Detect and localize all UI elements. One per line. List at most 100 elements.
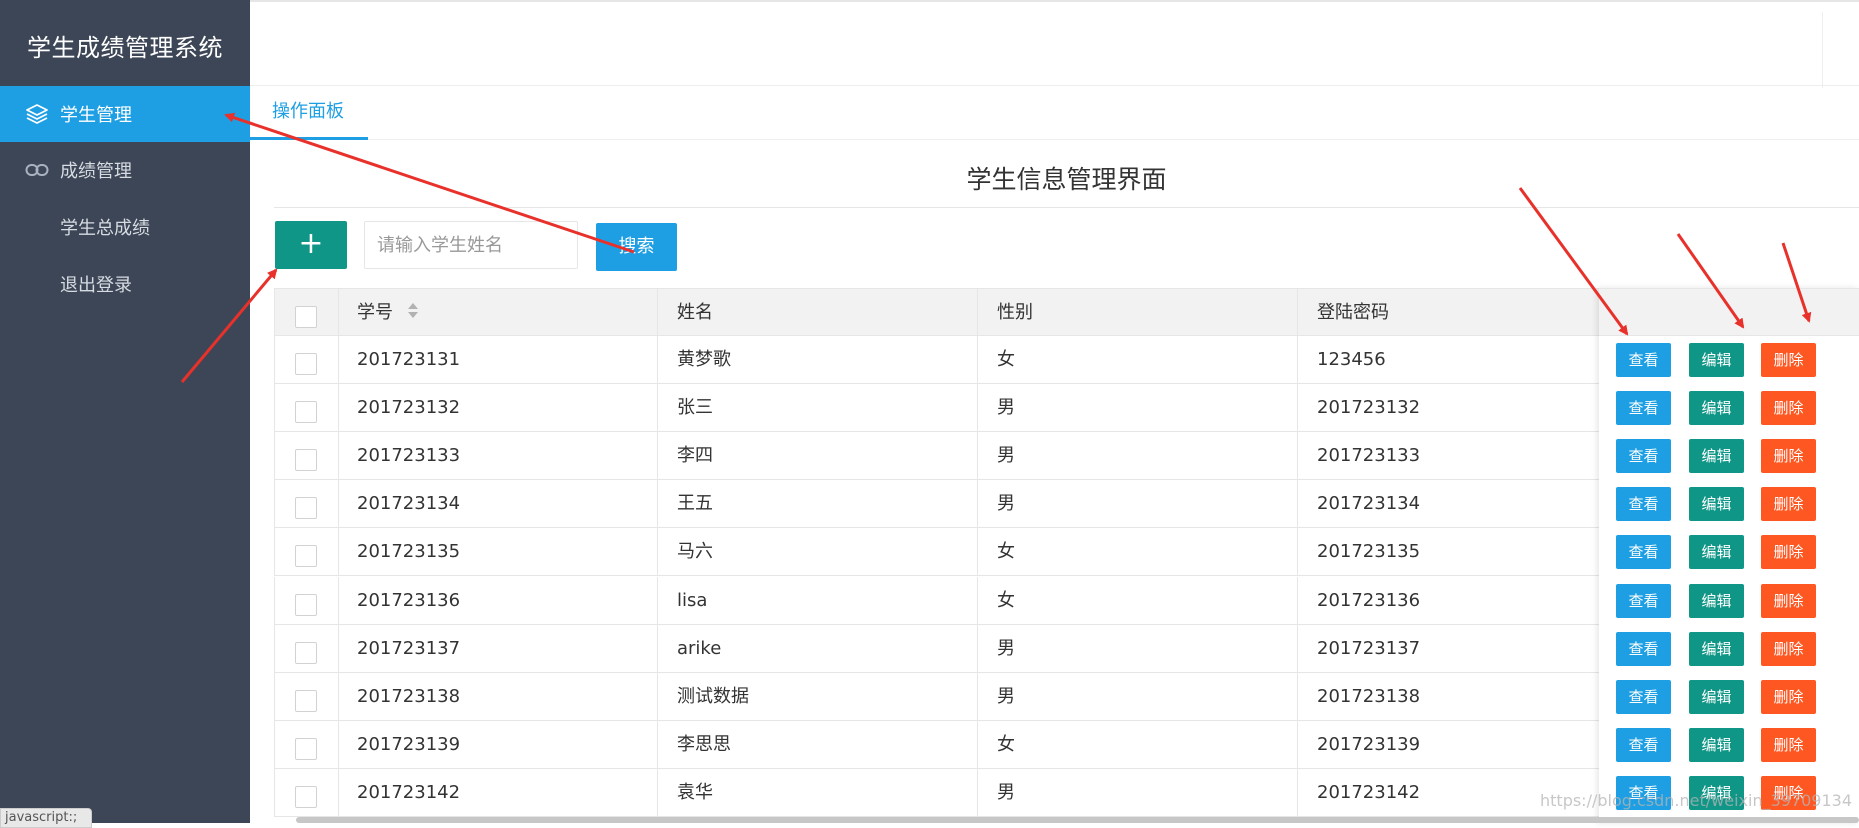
edit-button[interactable]: 编辑 [1689, 631, 1744, 666]
column-divider [338, 672, 339, 721]
cell-password: 201723133 [1317, 445, 1421, 467]
view-button[interactable]: 查看 [1616, 679, 1671, 714]
cell-student-id: 201723135 [357, 541, 461, 563]
column-divider [977, 336, 978, 384]
column-divider [657, 720, 658, 769]
column-divider [977, 289, 978, 337]
column-divider [338, 384, 339, 433]
horizontal-scrollbar[interactable] [296, 817, 1859, 823]
column-divider [657, 336, 658, 384]
delete-button[interactable]: 删除 [1761, 487, 1816, 522]
edit-button[interactable]: 编辑 [1689, 439, 1744, 474]
column-divider [1297, 384, 1298, 433]
view-button[interactable]: 查看 [1616, 439, 1671, 474]
column-header-label: 学号 [357, 302, 393, 323]
cell-student-id: 201723136 [357, 589, 461, 611]
edit-button[interactable]: 编辑 [1689, 535, 1744, 570]
view-button[interactable]: 查看 [1616, 583, 1671, 618]
column-header-password: 登陆密码 [1317, 302, 1389, 323]
row-checkbox[interactable] [295, 785, 317, 808]
edit-button[interactable]: 编辑 [1689, 391, 1744, 426]
sidebar-item-score-management[interactable]: 成绩管理 [0, 142, 250, 198]
cell-password: 201723132 [1317, 397, 1421, 419]
delete-button[interactable]: 删除 [1761, 391, 1816, 426]
sidebar-item-total-score[interactable]: 学生总成绩 [0, 199, 250, 255]
cell-student-id: 201723133 [357, 445, 461, 467]
delete-button[interactable]: 删除 [1761, 727, 1816, 762]
row-checkbox[interactable] [295, 641, 317, 664]
row-checkbox[interactable] [295, 545, 317, 568]
delete-button[interactable]: 删除 [1761, 439, 1816, 474]
cell-gender: 男 [997, 397, 1015, 419]
select-all-checkbox[interactable] [295, 306, 317, 328]
column-divider [1297, 528, 1298, 577]
view-button[interactable]: 查看 [1616, 631, 1671, 666]
edit-button[interactable]: 编辑 [1689, 679, 1744, 714]
view-button[interactable]: 查看 [1616, 391, 1671, 426]
view-button[interactable]: 查看 [1616, 343, 1671, 377]
view-button[interactable]: 查看 [1616, 535, 1671, 570]
column-divider [338, 289, 339, 337]
column-divider [1297, 624, 1298, 673]
sidebar-item-student-management[interactable]: 学生管理 [0, 86, 250, 142]
search-input[interactable] [364, 221, 578, 269]
column-divider [657, 289, 658, 337]
row-checkbox[interactable] [295, 593, 317, 616]
cell-name: 袁华 [677, 781, 713, 803]
column-divider [1297, 289, 1298, 337]
column-divider [338, 720, 339, 769]
cell-name: lisa [677, 589, 708, 611]
actions-column: 查看 编辑 删除 查看 编辑 删除 查看 编辑 删除 查看 编辑 删除 查看 编辑 删除 查看 编辑 删除 查看 编辑… [1599, 288, 1859, 823]
cell-password: 201723136 [1317, 589, 1421, 611]
column-divider [977, 384, 978, 433]
edit-button[interactable]: 编辑 [1689, 487, 1744, 522]
cell-gender: 男 [997, 781, 1015, 803]
delete-button[interactable]: 删除 [1761, 343, 1816, 377]
cell-password: 201723142 [1317, 781, 1421, 803]
edit-button[interactable]: 编辑 [1689, 583, 1744, 618]
cell-gender: 男 [997, 685, 1015, 707]
row-checkbox[interactable] [295, 449, 317, 472]
column-divider [657, 624, 658, 673]
delete-button[interactable]: 删除 [1761, 583, 1816, 618]
view-button[interactable]: 查看 [1616, 487, 1671, 522]
cell-gender: 男 [997, 493, 1015, 515]
cell-student-id: 201723139 [357, 733, 461, 755]
column-divider [1297, 336, 1298, 384]
header-divider [1822, 12, 1823, 88]
column-header-student-id[interactable]: 学号 [357, 289, 419, 337]
column-divider [657, 768, 658, 817]
column-divider [977, 576, 978, 625]
delete-button[interactable]: 删除 [1761, 679, 1816, 714]
add-student-button[interactable]: + [275, 221, 347, 269]
column-header-gender: 性别 [997, 302, 1033, 323]
cell-password: 123456 [1317, 349, 1386, 370]
search-button[interactable]: 搜索 [596, 223, 677, 271]
row-checkbox[interactable] [295, 497, 317, 520]
sort-icon[interactable] [407, 302, 419, 320]
delete-button[interactable]: 删除 [1761, 535, 1816, 570]
actions-column-header [1599, 288, 1859, 336]
view-button[interactable]: 查看 [1616, 727, 1671, 762]
cell-gender: 女 [997, 733, 1015, 755]
delete-button[interactable]: 删除 [1761, 631, 1816, 666]
column-divider [977, 624, 978, 673]
edit-button[interactable]: 编辑 [1689, 727, 1744, 762]
edit-button[interactable]: 编辑 [1689, 343, 1744, 377]
column-divider [657, 672, 658, 721]
column-divider [657, 432, 658, 481]
row-checkbox[interactable] [295, 737, 317, 760]
column-divider [338, 432, 339, 481]
column-divider [338, 576, 339, 625]
sidebar-item-logout[interactable]: 退出登录 [0, 256, 250, 312]
cell-gender: 女 [997, 349, 1015, 370]
row-checkbox[interactable] [295, 401, 317, 424]
cell-password: 201723139 [1317, 733, 1421, 755]
row-checkbox[interactable] [295, 353, 317, 375]
row-checkbox[interactable] [295, 689, 317, 712]
cell-name: 李四 [677, 445, 713, 467]
sidebar-item-label: 退出登录 [60, 275, 132, 296]
column-divider [657, 384, 658, 433]
title-divider [274, 207, 1859, 208]
tab-operation-panel[interactable]: 操作面板 [250, 86, 368, 140]
